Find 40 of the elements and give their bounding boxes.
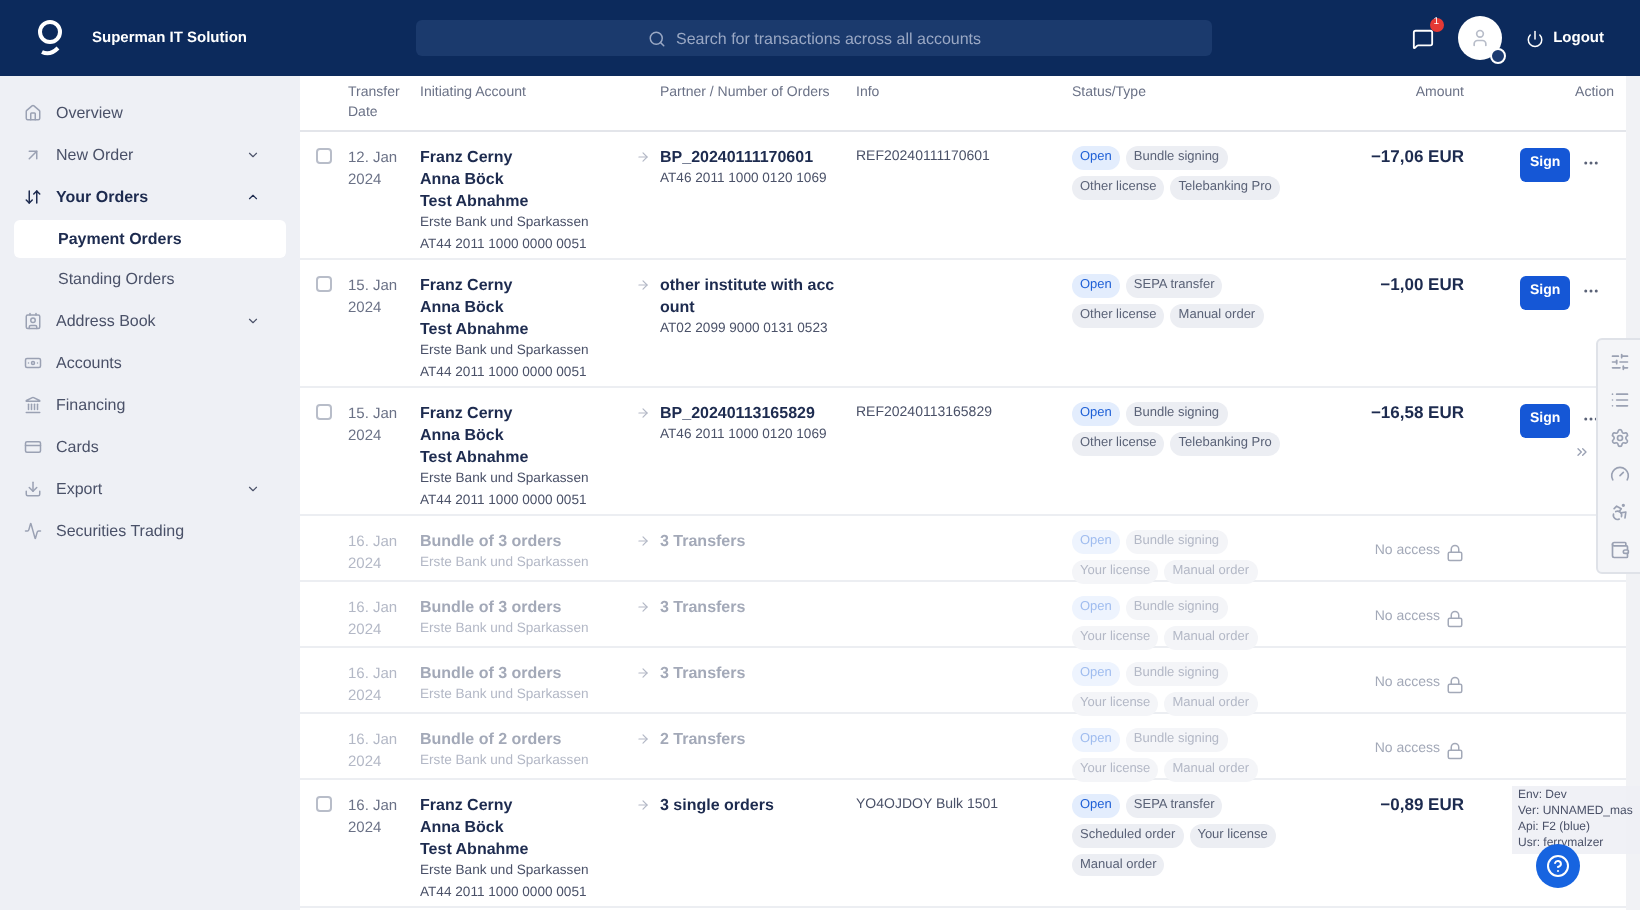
account-holder: Bundle of 3 orders bbox=[420, 662, 564, 684]
account-holder: Franz Cerny bbox=[420, 146, 515, 168]
sidebar-item[interactable]: Overview bbox=[0, 92, 300, 134]
account-holder: Bundle of 3 orders bbox=[420, 596, 564, 618]
partner-name: 2 Transfers bbox=[660, 728, 748, 750]
partner-name: 3 Transfers bbox=[660, 596, 748, 618]
sidebar-item[interactable]: Financing bbox=[0, 384, 300, 426]
sidebar-item[interactable]: Cards bbox=[0, 426, 300, 468]
sidebar-item[interactable]: Securities Trading bbox=[0, 510, 300, 552]
account-holder: Test Abnahme bbox=[420, 190, 531, 212]
account-holder: Anna Böck bbox=[420, 816, 506, 838]
sidebar-subitem[interactable]: Standing Orders bbox=[14, 260, 286, 298]
amount: −16,58 EUR bbox=[1370, 402, 1464, 426]
account-holder: Anna Böck bbox=[420, 168, 506, 190]
account-holder: Test Abnahme bbox=[420, 446, 531, 468]
sidebar-item[interactable]: Address Book bbox=[0, 300, 300, 342]
account-holder: Anna Böck bbox=[420, 296, 506, 318]
account-holder: Franz Cerny bbox=[420, 274, 515, 296]
account-holder: Test Abnahme bbox=[420, 318, 531, 340]
partner-name: 3 Transfers bbox=[660, 530, 748, 552]
account-holder: Bundle of 3 orders bbox=[420, 530, 564, 552]
account-holder: Franz Cerny bbox=[420, 794, 515, 816]
sidebar-subitem[interactable]: Payment Orders bbox=[14, 220, 286, 258]
partner-name: 3 Transfers bbox=[660, 662, 748, 684]
partner-name: BP_20240113165829 bbox=[660, 402, 817, 424]
account-holder: Bundle of 2 orders bbox=[420, 728, 564, 750]
partner-name: other institute with acc ount bbox=[660, 274, 837, 318]
sidebar-item[interactable]: Export bbox=[0, 468, 300, 510]
sidebar-item[interactable]: Your Orders bbox=[0, 176, 300, 218]
partner-name: 3 single orders bbox=[660, 794, 776, 816]
sidebar-item[interactable]: Accounts bbox=[0, 342, 300, 384]
amount: −1,00 EUR bbox=[1380, 274, 1464, 298]
search-field[interactable]: Search for transactions across all accounts bbox=[416, 20, 1212, 56]
account-holder: Franz Cerny bbox=[420, 402, 515, 424]
account-holder: Anna Böck bbox=[420, 424, 506, 446]
partner-name: BP_20240111170601 bbox=[660, 146, 816, 168]
account-holder: Test Abnahme bbox=[420, 838, 531, 860]
sidebar-item[interactable]: New Order bbox=[0, 134, 300, 176]
amount: −17,06 EUR bbox=[1370, 146, 1464, 170]
amount: −0,89 EUR bbox=[1380, 794, 1464, 818]
